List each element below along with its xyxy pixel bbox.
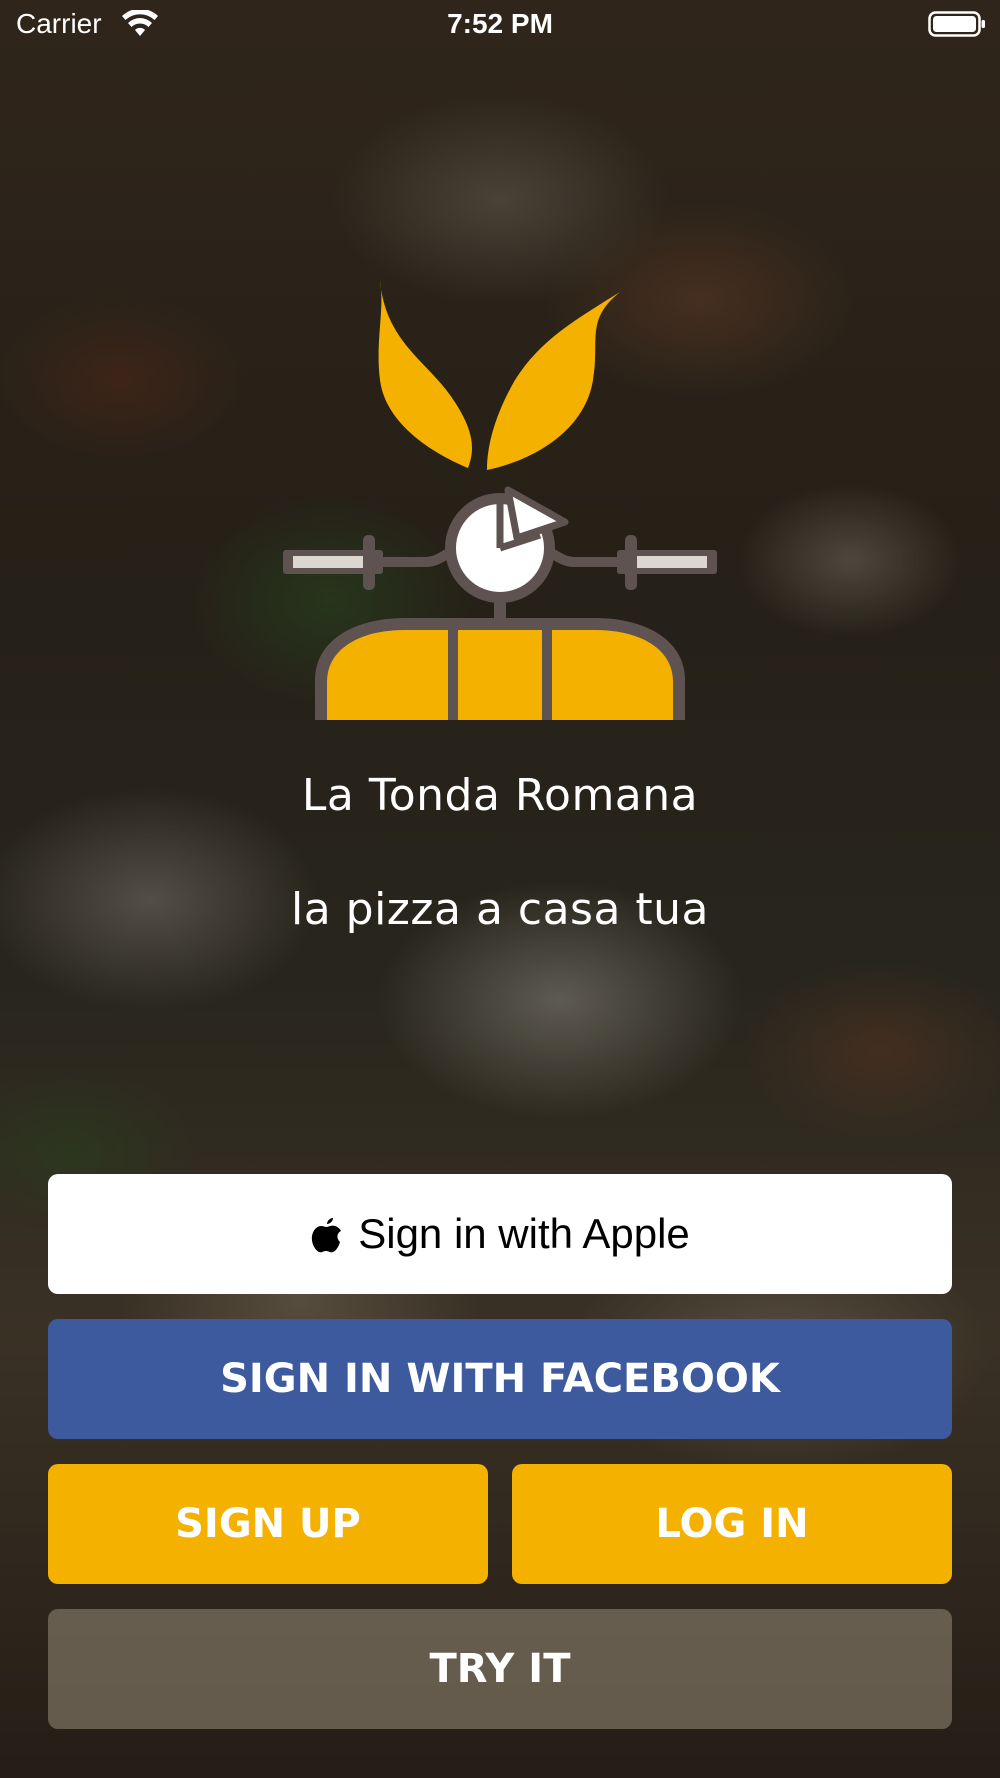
scooter-pizza-logo (283, 280, 717, 720)
left-leaf-shape (378, 280, 473, 468)
log-in-button-label: LOG IN (655, 1501, 809, 1547)
apple-icon (312, 1218, 342, 1253)
sign-in-with-apple-button[interactable]: Sign in with Apple (48, 1174, 952, 1294)
battery-icon (928, 11, 985, 37)
log-in-button[interactable]: LOG IN (512, 1464, 952, 1584)
status-time: 7:52 PM (447, 8, 553, 39)
sign-up-button[interactable]: SIGN UP (48, 1464, 488, 1584)
right-leaf-shape (487, 292, 620, 470)
sign-up-button-label: SIGN UP (175, 1501, 361, 1547)
app-title: La Tonda Romana (301, 770, 699, 821)
app-subtitle: la pizza a casa tua (290, 884, 710, 935)
try-it-button-label: TRY IT (429, 1646, 571, 1692)
try-it-button[interactable]: TRY IT (48, 1609, 952, 1729)
sign-in-with-facebook-button[interactable]: SIGN IN WITH FACEBOOK (48, 1319, 952, 1439)
status-bar: Carrier 7:52 PM (0, 0, 1000, 50)
login-screen: Carrier 7:52 PM La Tonda Romana la pizza… (0, 0, 1000, 1778)
apple-button-label: Sign in with Apple (358, 1210, 690, 1257)
facebook-button-label: SIGN IN WITH FACEBOOK (220, 1356, 780, 1402)
